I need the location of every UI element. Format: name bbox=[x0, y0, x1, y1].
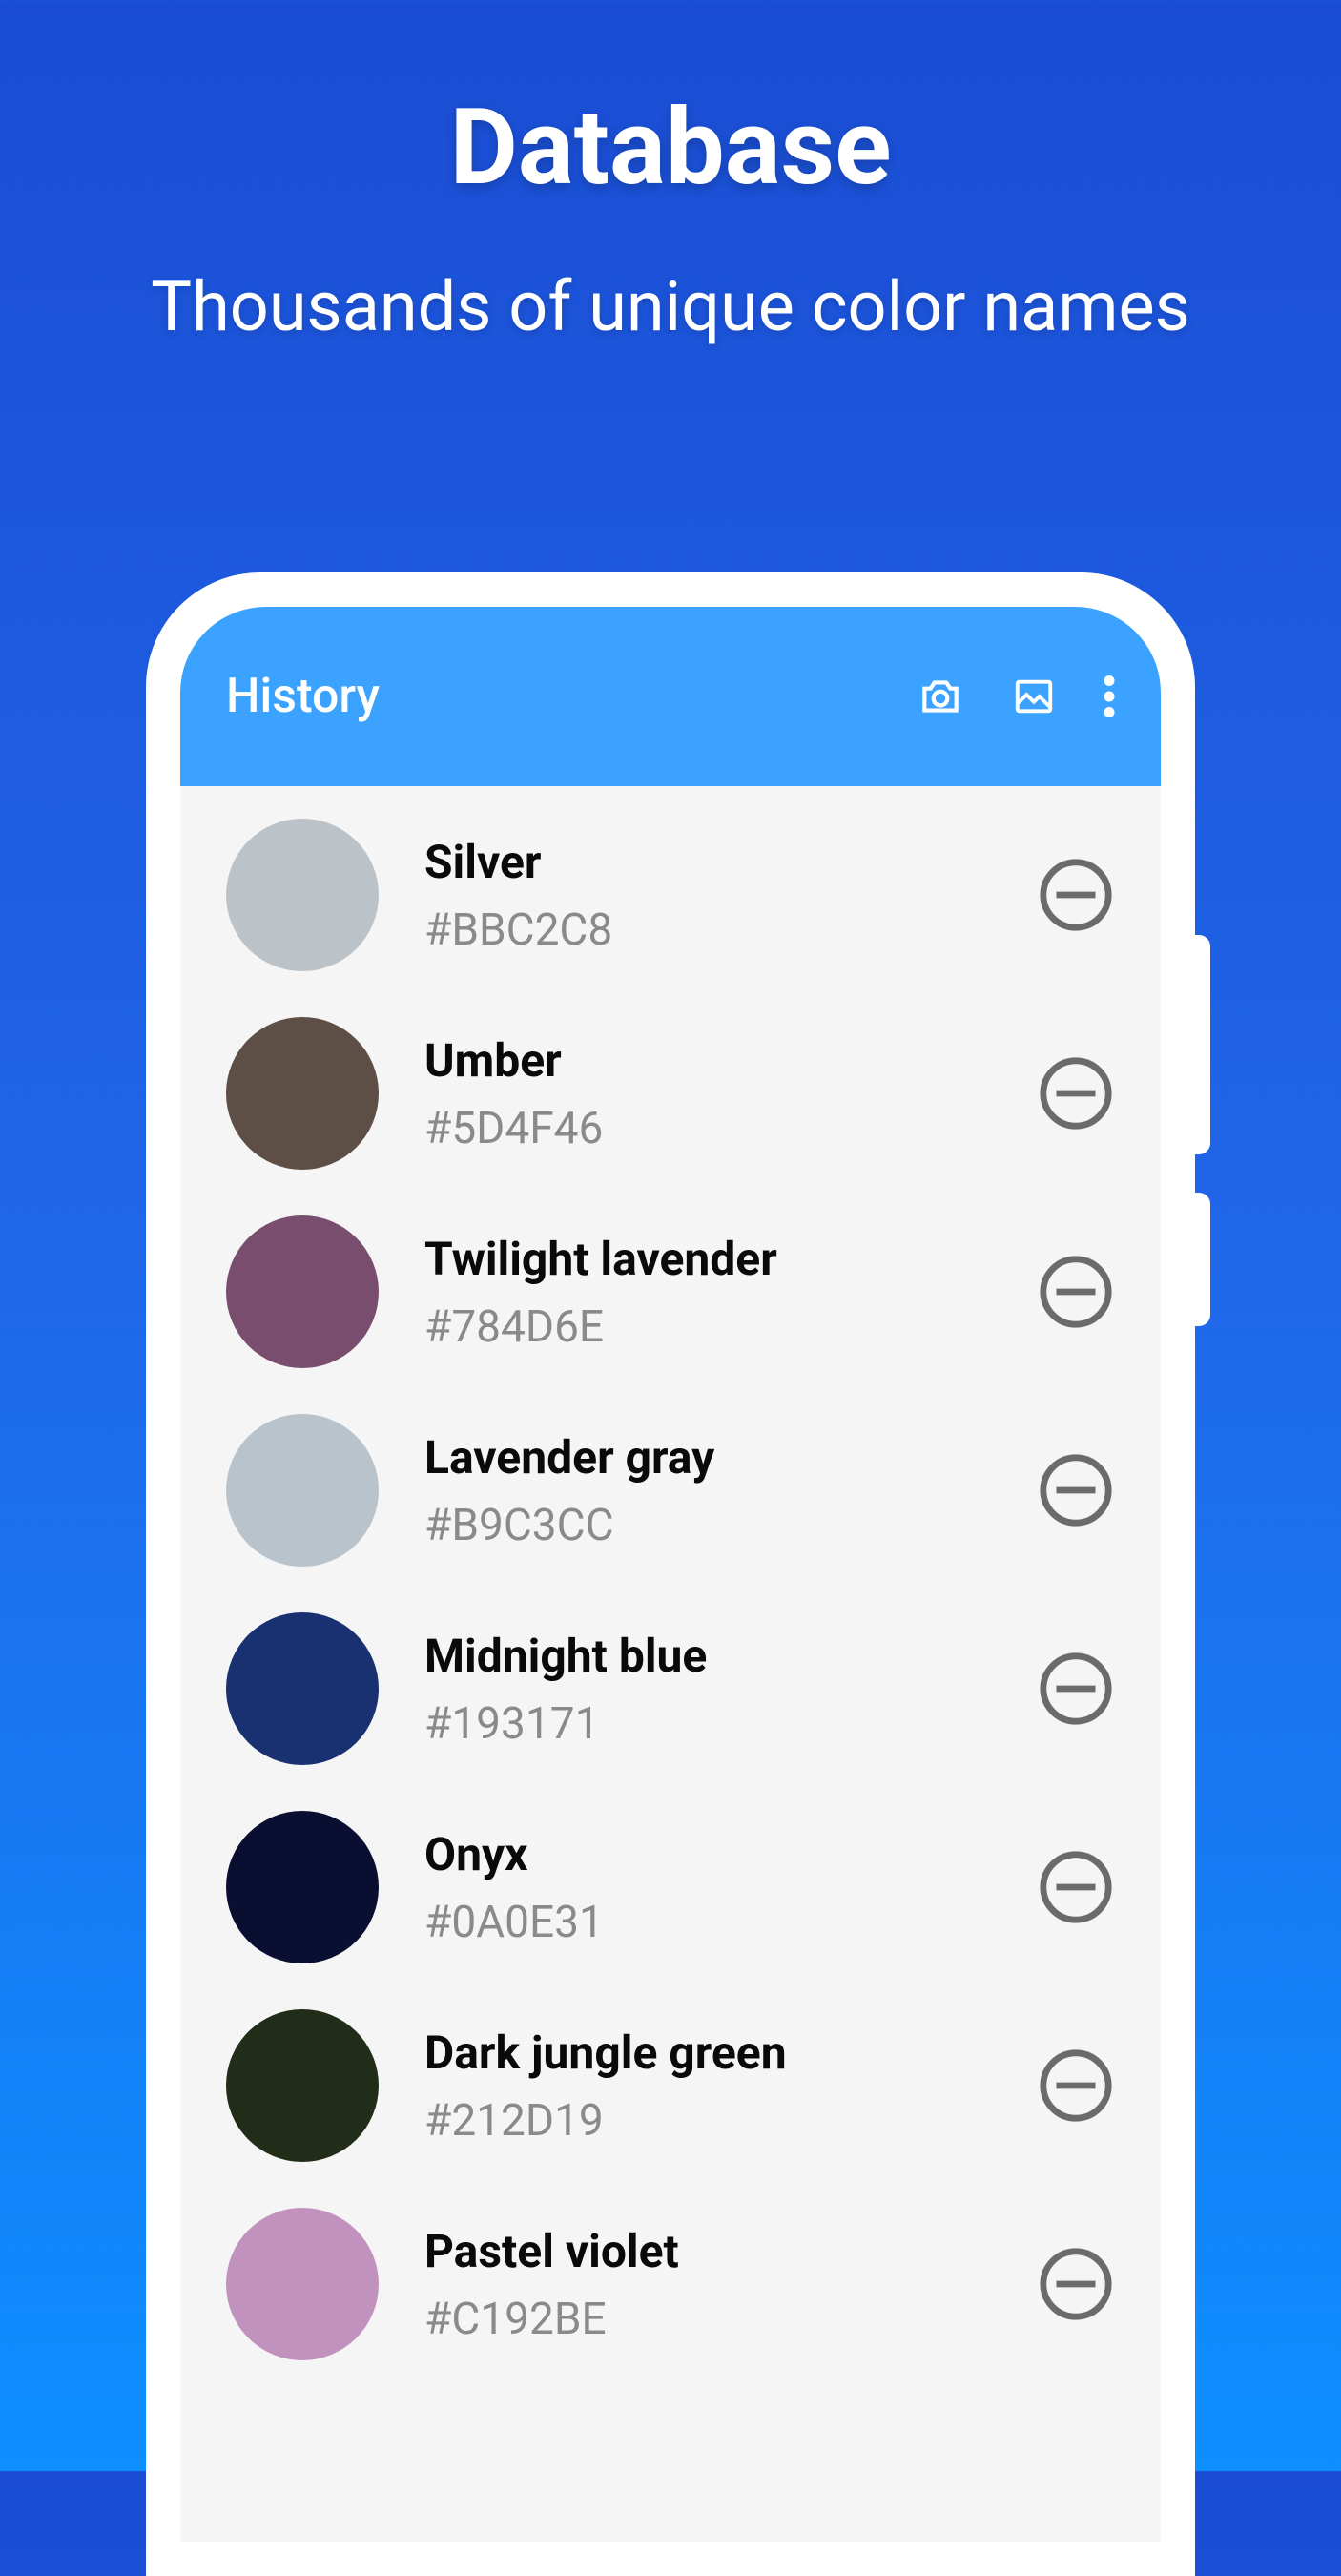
list-item[interactable]: Twilight lavender #784D6E bbox=[180, 1193, 1161, 1391]
color-info: Midnight blue #193171 bbox=[424, 1629, 991, 1750]
remove-icon[interactable] bbox=[1037, 1451, 1115, 1529]
remove-icon[interactable] bbox=[1037, 1848, 1115, 1926]
color-swatch bbox=[226, 819, 379, 971]
color-info: Twilight lavender #784D6E bbox=[424, 1232, 991, 1353]
color-name: Umber bbox=[424, 1033, 991, 1088]
color-info: Pastel violet #C192BE bbox=[424, 2224, 991, 2345]
color-swatch bbox=[226, 1811, 379, 1963]
camera-icon[interactable] bbox=[917, 673, 964, 720]
phone-physical-button-1 bbox=[1195, 935, 1210, 1154]
phone-frame: History bbox=[146, 572, 1195, 2576]
list-item[interactable]: Silver #BBC2C8 bbox=[180, 796, 1161, 994]
phone-screen: History bbox=[180, 607, 1161, 2542]
color-info: Dark jungle green #212D19 bbox=[424, 2025, 991, 2147]
color-hex: #B9C3CC bbox=[424, 1500, 991, 1551]
color-hex: #C192BE bbox=[424, 2294, 991, 2345]
color-hex: #BBC2C8 bbox=[424, 904, 991, 956]
color-info: Umber #5D4F46 bbox=[424, 1033, 991, 1154]
list-item[interactable]: Midnight blue #193171 bbox=[180, 1589, 1161, 1788]
list-item[interactable]: Lavender gray #B9C3CC bbox=[180, 1391, 1161, 1589]
promo-subtitle: Thousands of unique color names bbox=[0, 266, 1341, 347]
remove-icon[interactable] bbox=[1037, 1650, 1115, 1728]
color-hex: #0A0E31 bbox=[424, 1897, 991, 1948]
remove-icon[interactable] bbox=[1037, 1054, 1115, 1132]
color-name: Silver bbox=[424, 835, 991, 889]
list-item[interactable]: Pastel violet #C192BE bbox=[180, 2185, 1161, 2383]
color-swatch bbox=[226, 1612, 379, 1765]
app-header: History bbox=[180, 607, 1161, 786]
image-icon[interactable] bbox=[1012, 675, 1056, 718]
list-item[interactable]: Onyx #0A0E31 bbox=[180, 1788, 1161, 1986]
remove-icon[interactable] bbox=[1037, 856, 1115, 934]
page-title: History bbox=[226, 669, 917, 724]
more-icon[interactable] bbox=[1104, 675, 1115, 717]
color-info: Onyx #0A0E31 bbox=[424, 1827, 991, 1948]
promo-title: Database bbox=[0, 86, 1341, 209]
color-swatch bbox=[226, 2009, 379, 2162]
color-swatch bbox=[226, 1414, 379, 1567]
color-name: Dark jungle green bbox=[424, 2025, 991, 2080]
color-name: Twilight lavender bbox=[424, 1232, 991, 1286]
list-item[interactable]: Dark jungle green #212D19 bbox=[180, 1986, 1161, 2185]
color-hex: #5D4F46 bbox=[424, 1103, 991, 1154]
color-swatch bbox=[226, 1017, 379, 1170]
color-name: Onyx bbox=[424, 1827, 991, 1881]
remove-icon[interactable] bbox=[1037, 1253, 1115, 1331]
remove-icon[interactable] bbox=[1037, 2046, 1115, 2125]
list-item[interactable]: Umber #5D4F46 bbox=[180, 994, 1161, 1193]
color-swatch bbox=[226, 2208, 379, 2360]
phone-physical-button-2 bbox=[1195, 1193, 1210, 1326]
color-hex: #193171 bbox=[424, 1698, 991, 1750]
color-swatch bbox=[226, 1215, 379, 1368]
color-info: Silver #BBC2C8 bbox=[424, 835, 991, 956]
remove-icon[interactable] bbox=[1037, 2245, 1115, 2323]
color-name: Pastel violet bbox=[424, 2224, 991, 2278]
color-hex: #212D19 bbox=[424, 2095, 991, 2147]
color-list: Silver #BBC2C8 Umber #5D4F46 Twilight lavend… bbox=[180, 786, 1161, 2393]
color-hex: #784D6E bbox=[424, 1301, 991, 1353]
color-name: Lavender gray bbox=[424, 1430, 991, 1485]
color-info: Lavender gray #B9C3CC bbox=[424, 1430, 991, 1551]
color-name: Midnight blue bbox=[424, 1629, 991, 1683]
